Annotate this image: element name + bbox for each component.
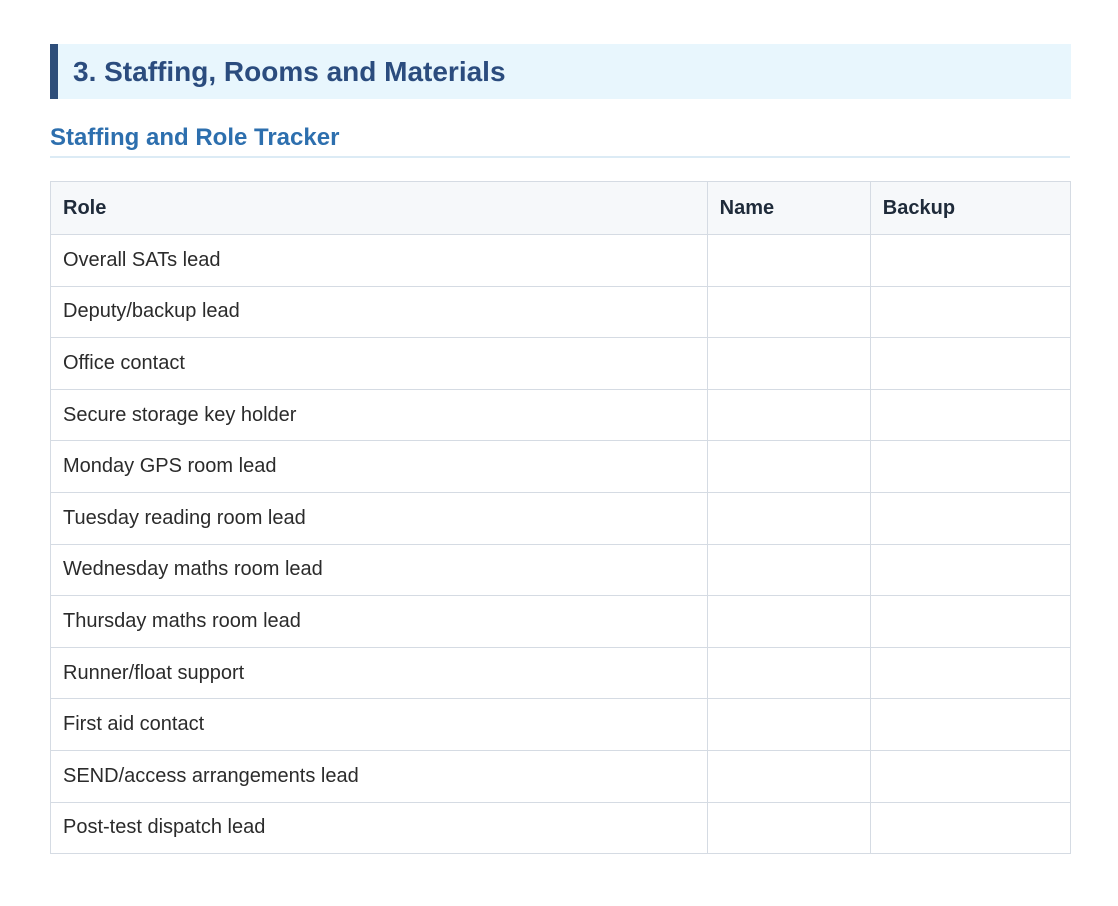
backup-cell[interactable]	[869, 698, 1072, 751]
backup-cell[interactable]	[869, 543, 1072, 597]
column-header-name: Name	[706, 181, 871, 235]
subsection-title: Staffing and Role Tracker	[50, 124, 340, 151]
column-header-backup: Backup	[869, 181, 1072, 235]
backup-cell[interactable]	[869, 801, 1072, 855]
section-banner: 3. Staffing, Rooms and Materials	[50, 44, 1071, 99]
table-row: SEND/access arrangements lead	[50, 749, 1072, 803]
table-row: Tuesday reading room lead	[50, 491, 1072, 545]
role-cell: Post-test dispatch lead	[50, 801, 708, 855]
name-cell[interactable]	[706, 749, 871, 803]
table-row: Deputy/backup lead	[50, 285, 1072, 339]
section-title: 3. Staffing, Rooms and Materials	[73, 56, 506, 87]
name-cell[interactable]	[706, 801, 871, 855]
role-cell: Monday GPS room lead	[50, 440, 708, 493]
role-cell: Overall SATs lead	[50, 234, 708, 287]
backup-cell[interactable]	[869, 646, 1072, 700]
role-cell: Runner/float support	[50, 646, 708, 700]
backup-cell[interactable]	[869, 388, 1072, 442]
name-cell[interactable]	[706, 337, 871, 390]
backup-cell[interactable]	[869, 285, 1072, 339]
backup-cell[interactable]	[869, 440, 1072, 493]
table-row: First aid contact	[50, 698, 1072, 751]
table-row: Office contact	[50, 337, 1072, 390]
table-row: Runner/float support	[50, 646, 1072, 700]
role-cell: Office contact	[50, 337, 708, 390]
role-cell: Tuesday reading room lead	[50, 491, 708, 545]
name-cell[interactable]	[706, 388, 871, 442]
backup-cell[interactable]	[869, 595, 1072, 648]
name-cell[interactable]	[706, 285, 871, 339]
backup-cell[interactable]	[869, 749, 1072, 803]
table-header-row: Role Name Backup	[50, 181, 1072, 235]
backup-cell[interactable]	[869, 337, 1072, 390]
table-row: Thursday maths room lead	[50, 595, 1072, 648]
name-cell[interactable]	[706, 234, 871, 287]
role-cell: Wednesday maths room lead	[50, 543, 708, 597]
subsection-heading: Staffing and Role Tracker	[50, 123, 1070, 158]
column-header-role: Role	[50, 181, 708, 235]
table-row: Secure storage key holder	[50, 388, 1072, 442]
name-cell[interactable]	[706, 595, 871, 648]
backup-cell[interactable]	[869, 234, 1072, 287]
table-row: Post-test dispatch lead	[50, 801, 1072, 855]
backup-cell[interactable]	[869, 491, 1072, 545]
name-cell[interactable]	[706, 543, 871, 597]
table-row: Wednesday maths room lead	[50, 543, 1072, 597]
role-cell: SEND/access arrangements lead	[50, 749, 708, 803]
role-cell: First aid contact	[50, 698, 708, 751]
role-cell: Thursday maths room lead	[50, 595, 708, 648]
table-row: Overall SATs lead	[50, 234, 1072, 287]
name-cell[interactable]	[706, 440, 871, 493]
name-cell[interactable]	[706, 646, 871, 700]
staffing-role-table: Role Name Backup Overall SATs lead Deput…	[50, 181, 1072, 855]
table-row: Monday GPS room lead	[50, 440, 1072, 493]
name-cell[interactable]	[706, 491, 871, 545]
name-cell[interactable]	[706, 698, 871, 751]
role-cell: Deputy/backup lead	[50, 285, 708, 339]
role-cell: Secure storage key holder	[50, 388, 708, 442]
